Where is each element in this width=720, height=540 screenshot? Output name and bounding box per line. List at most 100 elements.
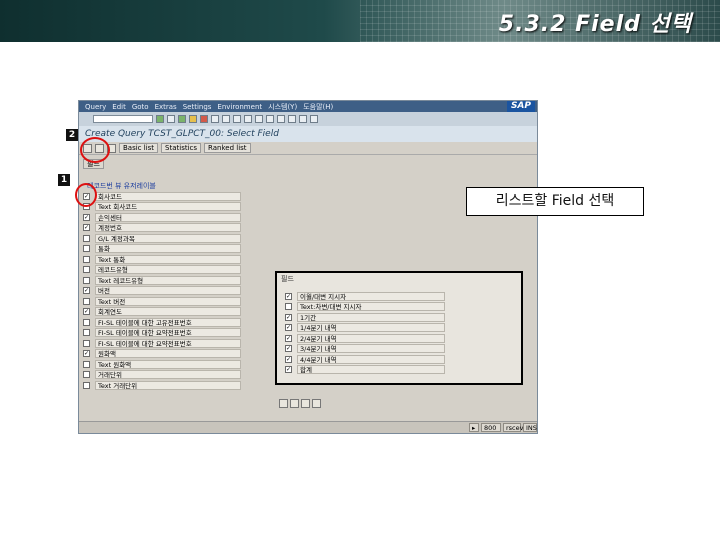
back-icon[interactable]	[178, 115, 186, 123]
field-list: ✓ 회사코드 Text 회사코드 ✓ 손익센터 ✓ 계정번호 G/L 계정과목 통화 Text 통…	[83, 191, 243, 391]
field-label: 4/4분기 내역	[297, 354, 445, 364]
field-label: 이월/대변 지시자	[297, 291, 445, 301]
field-checkbox[interactable]	[83, 234, 90, 242]
print-icon[interactable]	[211, 115, 219, 123]
first-page-icon[interactable]	[244, 115, 252, 123]
status-arrow-icon[interactable]: ▸	[469, 423, 479, 432]
bottom-toolbar	[279, 399, 321, 408]
field-row: 통화	[83, 244, 243, 255]
field-checkbox[interactable]	[83, 297, 90, 305]
slide-title: 5.3.2 Field 선택	[498, 12, 692, 37]
exit-icon[interactable]	[189, 115, 197, 123]
field-checkbox[interactable]	[83, 339, 90, 347]
field-row: ✓ 원화액	[83, 349, 243, 360]
field-checkbox[interactable]: ✓	[285, 324, 292, 332]
screen-title: Create Query TCST_GLPCT_00: Select Field	[79, 126, 537, 142]
field-row: ✓ 합계	[285, 365, 445, 376]
field-checkbox[interactable]: ✓	[285, 366, 292, 374]
field-label: 합계	[297, 365, 445, 375]
field-row: ✓ 1/4분기 내역	[285, 323, 445, 334]
field-checkbox[interactable]: ✓	[83, 224, 90, 232]
field-label: 2/4분기 내역	[297, 333, 445, 343]
field-row: ✓ 버전	[83, 286, 243, 297]
field-label: FI-SL 테이블에 대한 고유전표번호	[95, 317, 241, 327]
statistics-button[interactable]: Statistics	[161, 143, 202, 153]
menu-settings[interactable]: Settings	[183, 103, 212, 111]
field-label: 레코드유형	[95, 265, 241, 275]
field-checkbox[interactable]: ✓	[83, 308, 90, 316]
field-checkbox[interactable]: ✓	[83, 213, 90, 221]
field-checkbox[interactable]	[83, 329, 90, 337]
field-row: 거래단위	[83, 370, 243, 381]
field-row: Text 원화액	[83, 359, 243, 370]
field-checkbox[interactable]: ✓	[285, 345, 292, 353]
status-mode: INS	[523, 423, 537, 432]
first-icon[interactable]	[279, 399, 288, 408]
basic-list-button[interactable]: Basic list	[119, 143, 159, 153]
find-next-icon[interactable]	[233, 115, 241, 123]
save-icon[interactable]	[167, 115, 175, 123]
field-checkbox[interactable]	[83, 266, 90, 274]
menu-edit[interactable]: Edit	[112, 103, 126, 111]
field-checkbox[interactable]	[83, 245, 90, 253]
command-field[interactable]	[93, 115, 153, 123]
new-session-icon[interactable]	[288, 115, 296, 123]
standard-toolbar	[79, 112, 537, 126]
menu-extras[interactable]: Extras	[155, 103, 177, 111]
field-checkbox[interactable]	[83, 276, 90, 284]
field-row: G/L 계정과목	[83, 233, 243, 244]
field-row: ✓ 이월/대변 지시자	[285, 291, 445, 302]
field-checkbox[interactable]	[83, 381, 90, 389]
field-label: Text 버전	[95, 296, 241, 306]
last-icon[interactable]	[312, 399, 321, 408]
menu-system[interactable]: 시스템(Y)	[268, 102, 297, 112]
callout-box: 리스트할 Field 선택	[466, 187, 644, 216]
field-row: ✓ 1기간	[285, 312, 445, 323]
field-row: Text 거래단위	[83, 380, 243, 391]
field-checkbox[interactable]: ✓	[285, 313, 292, 321]
field-checkbox[interactable]	[83, 255, 90, 263]
highlight-circle-toolbar	[80, 137, 110, 163]
menu-query[interactable]: Query	[85, 103, 106, 111]
menu-environment[interactable]: Environment	[217, 103, 262, 111]
slide-banner: 5.3.2 Field 선택	[0, 0, 720, 42]
field-label: 통화	[95, 244, 241, 254]
field-checkbox[interactable]: ✓	[285, 292, 292, 300]
find-icon[interactable]	[222, 115, 230, 123]
field-row: ✓ 계정번호	[83, 223, 243, 234]
next-icon[interactable]	[301, 399, 310, 408]
field-label: 손익센터	[95, 212, 241, 222]
field-checkbox[interactable]: ✓	[285, 334, 292, 342]
field-row: FI-SL 테이블에 대한 요약전표번호	[83, 328, 243, 339]
field-checkbox[interactable]: ✓	[83, 350, 90, 358]
status-client: 800	[481, 423, 501, 432]
field-label: 회사코드	[95, 191, 241, 201]
field-checkbox[interactable]	[83, 360, 90, 368]
field-row: ✓ 4/4분기 내역	[285, 354, 445, 365]
field-row: ✓ 3/4분기 내역	[285, 344, 445, 355]
enter-icon[interactable]	[156, 115, 164, 123]
last-page-icon[interactable]	[277, 115, 285, 123]
field-row: FI-SL 테이블에 대한 고유전표번호	[83, 317, 243, 328]
field-label: G/L 계정과목	[95, 233, 241, 243]
field-checkbox[interactable]	[83, 371, 90, 379]
field-row: Text 버전	[83, 296, 243, 307]
prev-page-icon[interactable]	[255, 115, 263, 123]
highlight-circle-checkbox	[75, 183, 97, 207]
ranked-list-button[interactable]: Ranked list	[204, 143, 251, 153]
cancel-icon[interactable]	[200, 115, 208, 123]
menu-help[interactable]: 도움말(H)	[303, 102, 333, 112]
field-row: Text 회사코드	[83, 202, 243, 213]
field-checkbox[interactable]: ✓	[285, 355, 292, 363]
help-icon[interactable]	[310, 115, 318, 123]
next-page-icon[interactable]	[266, 115, 274, 123]
field-checkbox[interactable]	[83, 318, 90, 326]
selected-fields-panel: 필드 ✓ 이월/대변 지시자 Text:차변/대변 지시자 ✓ 1기간 ✓ 1/4분기 내역…	[275, 271, 523, 385]
field-row: Text 통화	[83, 254, 243, 265]
sap-logo: SAP	[506, 101, 535, 112]
field-checkbox[interactable]: ✓	[83, 287, 90, 295]
field-checkbox[interactable]	[285, 303, 292, 311]
menu-goto[interactable]: Goto	[132, 103, 149, 111]
shortcut-icon[interactable]	[299, 115, 307, 123]
prev-icon[interactable]	[290, 399, 299, 408]
